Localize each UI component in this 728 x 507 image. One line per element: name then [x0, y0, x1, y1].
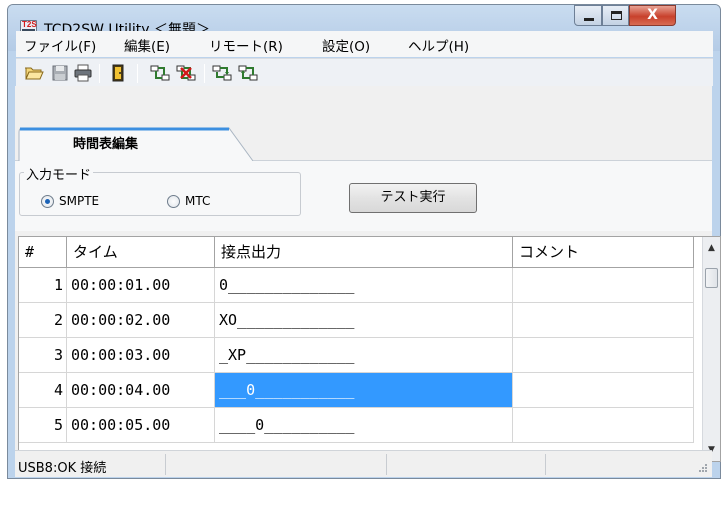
- table-row[interactable]: 5 00:00:05.00 ____0__________: [19, 408, 694, 443]
- input-mode-label: 入力モード: [24, 164, 94, 183]
- row-comment-cell[interactable]: [513, 303, 694, 338]
- column-header-comment[interactable]: コメント: [513, 237, 694, 268]
- table-row[interactable]: 3 00:00:03.00 _XP____________: [19, 338, 694, 373]
- row-time-cell[interactable]: 00:00:01.00: [67, 268, 215, 303]
- column-header-time[interactable]: タイム: [67, 237, 215, 268]
- status-separator: [545, 454, 546, 475]
- timetable-grid: # タイム 接点出力 コメント 1 00:00:01.00 0_________…: [18, 236, 721, 462]
- test-run-button[interactable]: テスト実行: [349, 183, 477, 213]
- exit-icon[interactable]: [108, 63, 128, 83]
- toolbar-separator: [204, 64, 205, 83]
- row-time-cell[interactable]: 00:00:04.00: [67, 373, 215, 408]
- print-icon[interactable]: [73, 63, 93, 83]
- row-output-cell[interactable]: ____0__________: [215, 408, 513, 443]
- menu-settings[interactable]: 設定(O): [322, 35, 370, 55]
- menu-file[interactable]: ファイル(F): [24, 35, 96, 55]
- row-comment-cell[interactable]: [513, 268, 694, 303]
- disconnect-icon[interactable]: [176, 63, 196, 83]
- save-icon[interactable]: [50, 63, 70, 83]
- maximize-icon: [611, 11, 622, 20]
- toolbar: [16, 58, 713, 86]
- row-number: 3: [19, 338, 67, 373]
- toolbar-separator: [99, 64, 100, 83]
- row-comment-cell[interactable]: [513, 338, 694, 373]
- row-number: 4: [19, 373, 67, 408]
- close-icon: X: [647, 7, 658, 23]
- row-output-cell[interactable]: XO_____________: [215, 303, 513, 338]
- row-number: 2: [19, 303, 67, 338]
- minimize-icon: [584, 18, 594, 21]
- smpte-radio[interactable]: [41, 195, 54, 208]
- scroll-up-arrow-icon[interactable]: ▲: [708, 243, 715, 253]
- status-separator: [165, 454, 166, 475]
- row-time-cell[interactable]: 00:00:03.00: [67, 338, 215, 373]
- toolbar-separator: [137, 64, 138, 83]
- menu-help[interactable]: ヘルプ(H): [408, 35, 469, 55]
- table-row[interactable]: 2 00:00:02.00 XO_____________: [19, 303, 694, 338]
- column-header-output[interactable]: 接点出力: [215, 237, 513, 268]
- resize-grip-icon[interactable]: [698, 463, 708, 473]
- open-folder-icon[interactable]: [24, 63, 44, 83]
- row-number: 1: [19, 268, 67, 303]
- vertical-scrollbar[interactable]: ▲ ▼: [702, 237, 720, 461]
- menu-edit[interactable]: 編集(E): [124, 35, 170, 55]
- smpte-label[interactable]: SMPTE: [59, 194, 99, 208]
- minimize-button[interactable]: [574, 5, 602, 26]
- close-button[interactable]: X: [629, 5, 676, 26]
- menu-bar: ファイル(F) 編集(E) リモート(R) 設定(O) ヘルプ(H): [16, 31, 713, 57]
- status-connection-text: USB8:OK 接続: [18, 461, 107, 476]
- row-output-cell-selected[interactable]: ___0___________: [215, 373, 513, 408]
- upload-icon[interactable]: [212, 63, 232, 83]
- row-time-cell[interactable]: 00:00:05.00: [67, 408, 215, 443]
- status-bar: USB8:OK 接続: [15, 450, 712, 477]
- grid-header: # タイム 接点出力 コメント: [19, 237, 694, 268]
- connect-icon[interactable]: [150, 63, 170, 83]
- table-row[interactable]: 1 00:00:01.00 0______________: [19, 268, 694, 303]
- scrollbar-thumb[interactable]: [705, 268, 718, 288]
- menu-remote[interactable]: リモート(R): [209, 35, 283, 55]
- mtc-label[interactable]: MTC: [185, 194, 210, 208]
- row-number: 5: [19, 408, 67, 443]
- row-comment-cell[interactable]: [513, 373, 694, 408]
- status-separator: [386, 454, 387, 475]
- row-comment-cell[interactable]: [513, 408, 694, 443]
- table-row[interactable]: 4 00:00:04.00 ___0___________: [19, 373, 694, 408]
- tab-timetable-edit[interactable]: 時間表編集: [73, 133, 138, 152]
- mtc-radio[interactable]: [167, 195, 180, 208]
- download-icon[interactable]: [238, 63, 258, 83]
- column-header-number[interactable]: #: [19, 237, 67, 268]
- row-output-cell[interactable]: _XP____________: [215, 338, 513, 373]
- maximize-button[interactable]: [602, 5, 629, 26]
- row-output-cell[interactable]: 0______________: [215, 268, 513, 303]
- row-time-cell[interactable]: 00:00:02.00: [67, 303, 215, 338]
